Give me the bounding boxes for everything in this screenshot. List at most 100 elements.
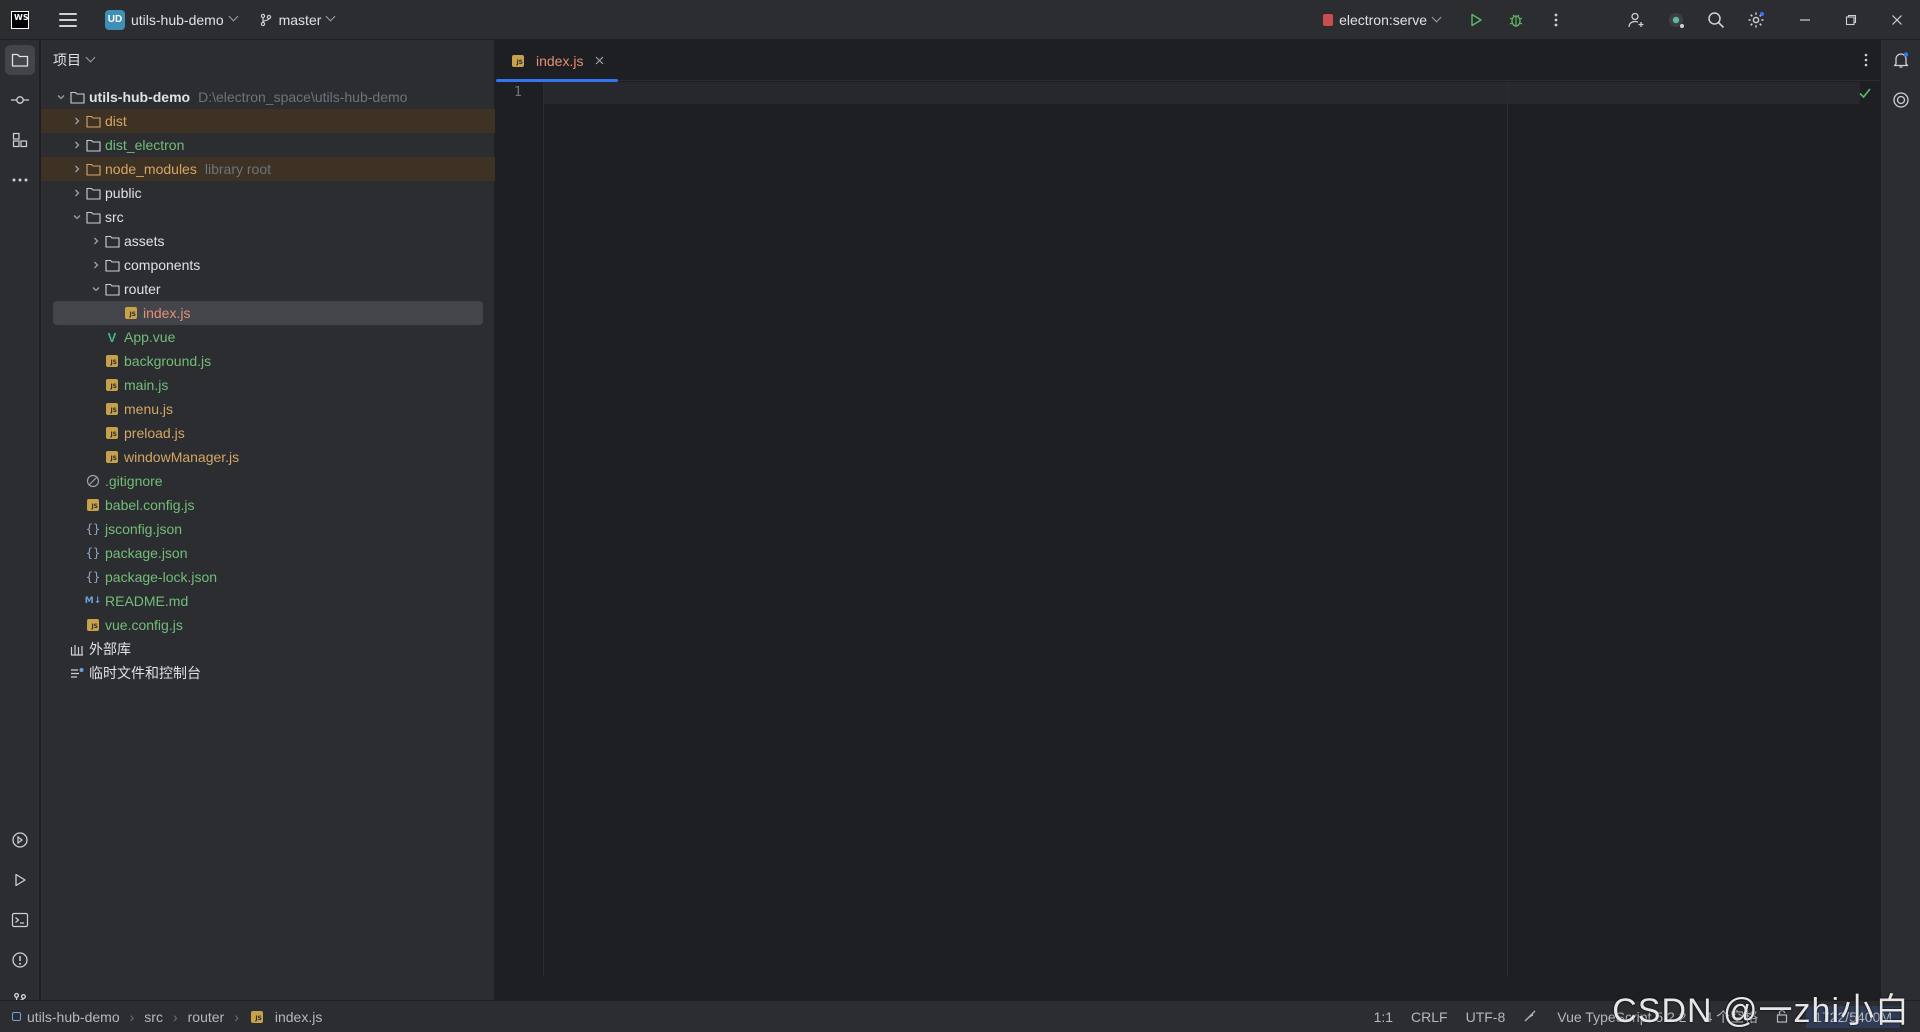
- javascript-file-icon: JS: [85, 497, 101, 513]
- run-config-selector[interactable]: electron:serve: [1323, 12, 1442, 28]
- tree-item-window-manager-js[interactable]: JS windowManager.js: [41, 445, 495, 469]
- project-panel-header[interactable]: 项目: [41, 40, 494, 80]
- tree-item-label: main.js: [124, 377, 169, 393]
- commit-tool-button[interactable]: [0, 80, 40, 120]
- breadcrumb-item[interactable]: src: [144, 1009, 163, 1025]
- project-switcher[interactable]: utils-hub-demo: [131, 12, 224, 28]
- project-badge[interactable]: UD: [105, 9, 125, 30]
- tree-item-gitignore[interactable]: .gitignore: [41, 469, 495, 493]
- tree-item-dist[interactable]: dist: [41, 109, 495, 133]
- close-window-button[interactable]: [1874, 0, 1920, 40]
- chevron-down-icon: [85, 52, 96, 62]
- chevron-right-icon[interactable]: [88, 257, 104, 273]
- tree-item-main-js[interactable]: JS main.js: [41, 373, 495, 397]
- more-vertical-icon: [1554, 13, 1558, 27]
- branch-switcher[interactable]: master: [259, 12, 336, 28]
- tree-item-background-js[interactable]: JS background.js: [41, 349, 495, 373]
- tree-item-public[interactable]: public: [41, 181, 495, 205]
- tree-item-src[interactable]: src: [41, 205, 495, 229]
- code-with-me-button[interactable]: [1616, 0, 1656, 40]
- chevron-right-icon[interactable]: [69, 137, 85, 153]
- tree-item-router[interactable]: router: [41, 277, 495, 301]
- tree-item-package-json[interactable]: {} package.json: [41, 541, 495, 565]
- breadcrumb-item[interactable]: index.js: [275, 1009, 322, 1025]
- tree-item-assets[interactable]: assets: [41, 229, 495, 253]
- services-tool-button[interactable]: [0, 820, 40, 860]
- more-horizontal-icon: [12, 178, 28, 182]
- tree-item-package-lock-json[interactable]: {} package-lock.json: [41, 565, 495, 589]
- terminal-tool-button[interactable]: [0, 900, 40, 940]
- tree-item-readme-md[interactable]: M↓ README.md: [41, 589, 495, 613]
- tree-item-project-root[interactable]: utils-hub-demo D:\electron_space\utils-h…: [41, 85, 495, 109]
- more-tools-button[interactable]: [0, 160, 40, 200]
- ai-chat-button[interactable]: [1881, 80, 1920, 120]
- tree-item-jsconfig-json[interactable]: {} jsconfig.json: [41, 517, 495, 541]
- minimize-button[interactable]: [1782, 0, 1828, 40]
- structure-icon: [12, 132, 28, 148]
- close-icon: [1892, 15, 1902, 25]
- gear-icon: [1748, 12, 1764, 28]
- chevron-right-icon[interactable]: [69, 185, 85, 201]
- scratches-icon: [69, 665, 85, 681]
- run-button[interactable]: [1456, 0, 1496, 40]
- caret-position[interactable]: 1:1: [1374, 1009, 1393, 1025]
- tree-item-menu-js[interactable]: JS menu.js: [41, 397, 495, 421]
- ai-assistant-button[interactable]: [1656, 0, 1696, 40]
- tree-item-app-vue[interactable]: V App.vue: [41, 325, 495, 349]
- debug-button[interactable]: [1496, 0, 1536, 40]
- run-tool-button[interactable]: [0, 860, 40, 900]
- inspection-ok-icon[interactable]: [1858, 86, 1872, 102]
- settings-button[interactable]: [1736, 0, 1776, 40]
- run-config-icon: [1323, 14, 1334, 26]
- right-margin-guide: [1507, 82, 1508, 976]
- tree-item-external-libraries[interactable]: 外部库: [41, 637, 495, 661]
- search-everywhere-button[interactable]: [1696, 0, 1736, 40]
- chevron-down-icon: [1431, 12, 1442, 22]
- left-tool-bar: [0, 40, 40, 1008]
- project-tool-button[interactable]: [5, 45, 35, 75]
- tree-item-components[interactable]: components: [41, 253, 495, 277]
- chevron-down-icon[interactable]: [88, 281, 104, 297]
- webstorm-logo-icon[interactable]: WS: [11, 10, 29, 29]
- tree-item-node-modules[interactable]: node_modules library root: [41, 157, 495, 181]
- current-line-highlight: [544, 82, 1860, 104]
- chevron-down-icon[interactable]: [53, 89, 69, 105]
- tree-item-label: jsconfig.json: [105, 521, 183, 537]
- restore-button[interactable]: [1828, 0, 1874, 40]
- readonly-toggle-icon[interactable]: [1523, 1009, 1539, 1026]
- chevron-right-icon: ›: [172, 1008, 178, 1025]
- markdown-file-icon: M↓: [84, 596, 102, 606]
- tree-item-label: dist: [105, 113, 127, 129]
- tree-item-vue-config-js[interactable]: JS vue.config.js: [41, 613, 495, 637]
- code-editor[interactable]: 1: [496, 82, 1880, 976]
- structure-tool-button[interactable]: [0, 120, 40, 160]
- problems-tool-button[interactable]: [0, 940, 40, 980]
- tree-item-babel-config-js[interactable]: JS babel.config.js: [41, 493, 495, 517]
- breadcrumb-item[interactable]: utils-hub-demo: [27, 1009, 120, 1025]
- chevron-right-icon[interactable]: [88, 233, 104, 249]
- tree-item-dist-electron[interactable]: dist_electron: [41, 133, 495, 157]
- breadcrumb-item[interactable]: router: [188, 1009, 225, 1025]
- run-config-label: electron:serve: [1339, 12, 1427, 28]
- line-separator[interactable]: CRLF: [1411, 1009, 1448, 1025]
- tab-actions-button[interactable]: [1864, 53, 1868, 70]
- main-menu-icon[interactable]: [59, 12, 77, 27]
- json-file-icon: {}: [85, 570, 101, 584]
- notifications-button[interactable]: [1881, 40, 1920, 80]
- services-icon: [12, 832, 28, 848]
- tree-item-router-index-js[interactable]: JS index.js: [41, 301, 495, 325]
- tree-item-scratches-consoles[interactable]: 临时文件和控制台: [41, 661, 495, 685]
- folder-icon: [104, 257, 120, 273]
- chevron-down-icon[interactable]: [69, 209, 85, 225]
- folder-icon: [85, 209, 101, 225]
- file-encoding[interactable]: UTF-8: [1466, 1009, 1506, 1025]
- ide-window: WS UD utils-hub-demo master electron:ser…: [0, 0, 1920, 1032]
- chevron-right-icon[interactable]: [69, 113, 85, 129]
- tab-index-js[interactable]: JS index.js: [496, 40, 619, 82]
- more-actions-button[interactable]: [1536, 0, 1576, 40]
- tree-item-preload-js[interactable]: JS preload.js: [41, 421, 495, 445]
- project-panel: 项目 utils-hub-demo D:\electron_space\util…: [41, 40, 495, 1000]
- close-tab-button[interactable]: [595, 56, 604, 65]
- chevron-right-icon[interactable]: [69, 161, 85, 177]
- editor-tab-bar: JS index.js: [496, 40, 1880, 82]
